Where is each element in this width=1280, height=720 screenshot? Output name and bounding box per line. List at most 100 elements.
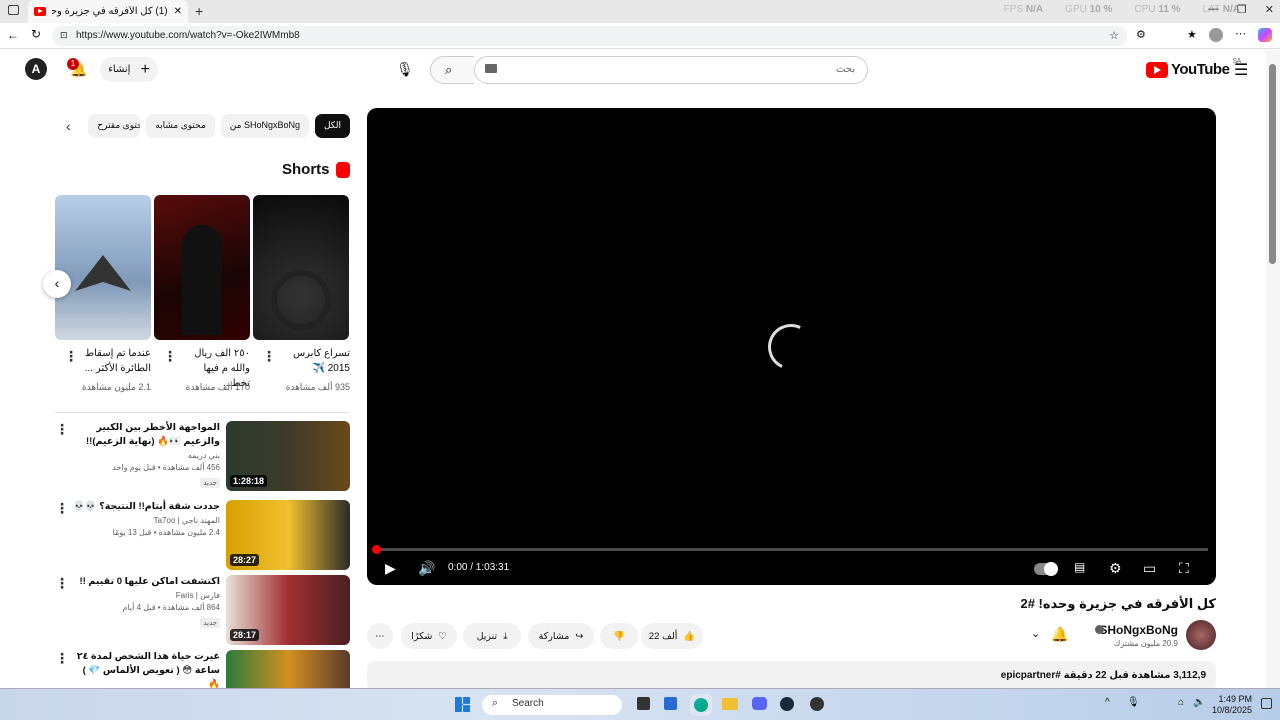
- video-thumbnail[interactable]: 28:17: [226, 575, 350, 645]
- browser-tab[interactable]: (1) كل الأفرقه في جزيرة وحده! #2 ✕: [28, 0, 188, 23]
- video-thumbnail[interactable]: [226, 650, 350, 688]
- profile-icon[interactable]: [1209, 28, 1223, 42]
- play-icon[interactable]: ▶: [385, 560, 396, 577]
- video-title[interactable]: جددت شقة أيتام!! النتيجة؟ 💀💀: [70, 500, 220, 514]
- notification-bell-icon[interactable]: 🔔: [1051, 626, 1068, 643]
- minimize-icon[interactable]: —: [1208, 3, 1219, 16]
- subtitles-icon[interactable]: ▤: [1074, 560, 1085, 574]
- more-options-icon[interactable]: ⋮: [55, 500, 69, 517]
- list-item[interactable]: 28:27 جددت شقة أيتام!! النتيجة؟ 💀💀 المهن…: [55, 500, 350, 572]
- extensions-icon[interactable]: ⚙: [1136, 28, 1146, 41]
- sidebar-toggle-icon[interactable]: [8, 5, 19, 15]
- scrollbar-thumb[interactable]: [1269, 64, 1276, 264]
- video-channel[interactable]: المهند ناجي | Ta7oo: [70, 516, 220, 525]
- close-tab-icon[interactable]: ✕: [174, 6, 182, 17]
- more-options-icon[interactable]: ⋮: [55, 421, 69, 438]
- more-options-icon[interactable]: ⋮: [64, 348, 78, 365]
- app-icon[interactable]: [810, 697, 824, 711]
- chip-suggested[interactable]: محتوى مقترح: [88, 114, 141, 138]
- search-input[interactable]: بحث: [474, 56, 868, 84]
- more-menu-icon[interactable]: ⋯: [1235, 27, 1246, 40]
- notification-center-icon[interactable]: [1261, 698, 1272, 709]
- list-item[interactable]: 28:17 اكتشفت اماكن عليها 0 تقييم !! فارس…: [55, 575, 350, 647]
- microphone-icon[interactable]: 🎙: [396, 61, 414, 78]
- autoplay-toggle[interactable]: [1034, 562, 1058, 576]
- close-window-icon[interactable]: ✕: [1265, 3, 1274, 16]
- channel-avatar[interactable]: [1186, 620, 1216, 650]
- video-player[interactable]: ▶ 🔊 0:00 / 1:03:31 ▤ ⚙ ▭ ⛶: [367, 108, 1216, 585]
- scrubber-handle[interactable]: [372, 545, 381, 554]
- channel-name[interactable]: SHoNgxBoNg: [1099, 623, 1178, 637]
- settings-icon[interactable]: ⚙: [1109, 560, 1122, 577]
- video-title[interactable]: المواجهة الأخطر بين الكبير والزعيم 👀🔥 (ن…: [70, 421, 220, 449]
- progress-bar[interactable]: [372, 545, 1208, 554]
- search-button[interactable]: ⌕: [430, 56, 474, 84]
- clock[interactable]: 1:49 PM 10/8/2025: [1212, 694, 1252, 716]
- youtube-logo[interactable]: YouTube SA: [1146, 58, 1241, 78]
- video-channel[interactable]: فارس | Faris: [70, 591, 220, 600]
- site-info-icon[interactable]: ⊡: [60, 30, 68, 41]
- taskbar-search-input[interactable]: ⌕ Search: [482, 695, 622, 715]
- chevron-down-icon[interactable]: ⌄: [1031, 627, 1040, 640]
- store-icon[interactable]: [664, 697, 677, 710]
- notifications-button[interactable]: 🔔 1: [67, 58, 87, 78]
- short-title[interactable]: عندما تم إسقاط الطائرة الأكثر ...: [79, 346, 151, 376]
- video-thumbnail[interactable]: 28:27: [226, 500, 350, 570]
- short-title[interactable]: تسراع كابرس 2015 ✈️: [278, 346, 350, 376]
- volume-tray-icon[interactable]: 🔈: [1193, 697, 1205, 708]
- like-button[interactable]: 22 ألف 👍: [641, 623, 703, 649]
- shorts-prev-button[interactable]: ‹: [43, 270, 71, 298]
- back-icon[interactable]: ←: [7, 28, 19, 42]
- video-title[interactable]: غيرت حياة هذا الشخص لمدة ٢٤ ساعة 😳 ( تعو…: [70, 650, 220, 688]
- file-explorer-icon[interactable]: [722, 698, 738, 710]
- list-item[interactable]: غيرت حياة هذا الشخص لمدة ٢٤ ساعة 😳 ( تعو…: [55, 650, 350, 688]
- dislike-button[interactable]: 👎: [600, 623, 638, 649]
- list-item[interactable]: 1:28:18 المواجهة الأخطر بين الكبير والزع…: [55, 421, 350, 493]
- volume-icon[interactable]: 🔊: [418, 560, 435, 577]
- more-options-icon[interactable]: ⋮: [55, 650, 69, 667]
- url-input[interactable]: ⊡ https://www.youtube.com/watch?v=-Oke2I…: [52, 26, 1127, 46]
- new-tab-button[interactable]: +: [195, 3, 203, 19]
- favorite-icon[interactable]: ☆: [1109, 29, 1119, 42]
- chip-all[interactable]: الكل: [314, 114, 350, 138]
- theater-mode-icon[interactable]: ▭: [1143, 560, 1156, 577]
- toggle-knob: [1044, 562, 1058, 576]
- maximize-icon[interactable]: ❐: [1237, 3, 1247, 16]
- video-thumbnail[interactable]: 1:28:18: [226, 421, 350, 491]
- windows-start-icon[interactable]: [455, 697, 470, 712]
- create-button[interactable]: إنشاء +: [100, 57, 158, 82]
- more-actions-button[interactable]: ⋯: [367, 623, 393, 649]
- video-title[interactable]: اكتشفت اماكن عليها 0 تقييم !!: [70, 575, 220, 589]
- page-scrollbar[interactable]: [1266, 50, 1280, 688]
- edge-icon[interactable]: [690, 694, 712, 716]
- chip-related[interactable]: محتوى مشابه: [146, 114, 215, 138]
- short-thumbnail[interactable]: [55, 195, 151, 340]
- avatar[interactable]: A: [25, 58, 47, 80]
- download-button[interactable]: تنزيل ⤓: [463, 623, 521, 649]
- task-view-icon[interactable]: [637, 697, 650, 710]
- short-thumbnail[interactable]: [253, 195, 349, 340]
- refresh-icon[interactable]: ↻: [31, 27, 41, 41]
- thanks-button[interactable]: شكرًا ♡: [401, 623, 457, 649]
- chip-from-channel[interactable]: من SHoNgxBoNg: [220, 114, 309, 138]
- menu-icon[interactable]: ☰: [1234, 60, 1248, 80]
- video-meta: 2.4 مليون مشاهدة • قبل 13 يومًا: [112, 528, 220, 537]
- description-box[interactable]: 3,112,9 مشاهدة قبل 22 دقيقة #epicpartner: [367, 661, 1216, 691]
- discord-icon[interactable]: [752, 697, 767, 710]
- jet-icon: [75, 255, 131, 291]
- more-options-icon[interactable]: ⋮: [163, 348, 177, 365]
- more-options-icon[interactable]: ⋮: [55, 575, 69, 592]
- tray-chevron-icon[interactable]: ^: [1105, 697, 1110, 708]
- keyboard-icon[interactable]: [485, 64, 497, 73]
- share-button[interactable]: مشاركة ↪: [528, 623, 594, 649]
- video-duration: 1:28:18: [230, 475, 268, 487]
- video-channel[interactable]: بني دريمه: [70, 451, 220, 460]
- favorites-icon[interactable]: ★: [1187, 28, 1197, 41]
- short-thumbnail[interactable]: [154, 195, 250, 340]
- steam-icon[interactable]: [780, 697, 794, 711]
- more-options-icon[interactable]: ⋮: [262, 348, 276, 365]
- mic-tray-icon[interactable]: 🎙: [1127, 697, 1140, 708]
- fullscreen-icon[interactable]: ⛶: [1179, 560, 1189, 577]
- wifi-icon[interactable]: ⌂: [1178, 697, 1184, 708]
- copilot-icon[interactable]: [1258, 28, 1272, 42]
